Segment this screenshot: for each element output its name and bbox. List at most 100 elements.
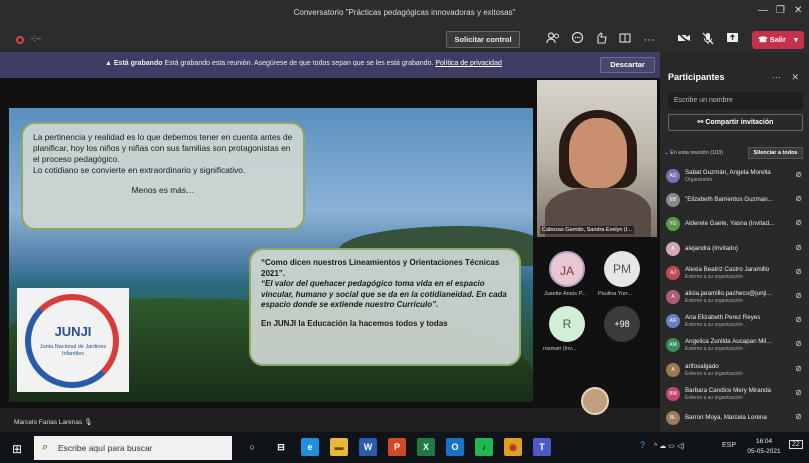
more-options-icon[interactable]: ···	[641, 32, 657, 48]
taskbar-app-icon[interactable]: X	[417, 438, 435, 456]
dismiss-button[interactable]: Descartar	[600, 57, 655, 73]
participant-name: alejandra (Invitado)	[685, 244, 738, 252]
bubble-2-italic: “El valor del quehacer pedagógico toma v…	[261, 279, 507, 310]
speaker-video[interactable]: Cabezas Garrido, Sandra Evelyn (I...	[537, 80, 657, 237]
participant-row[interactable]: AG Sabat Guzmán, Angela Morella Organizado…	[664, 166, 806, 186]
participant-name: alicia.jaramillo.pacheco@junji...	[685, 290, 772, 297]
participants-icon[interactable]	[545, 32, 561, 48]
more-icon[interactable]: ···	[772, 72, 781, 82]
gallery-avatar[interactable]: PM	[604, 251, 640, 287]
participant-avatar: YG	[666, 217, 680, 232]
taskbar-search-input[interactable]: ⌕ Escribe aquí para buscar	[34, 436, 232, 460]
participant-avatar: AG	[666, 169, 680, 183]
camera-off-icon[interactable]	[676, 32, 692, 48]
start-icon[interactable]: ⊞	[12, 442, 22, 456]
system-tray-icons[interactable]: ^ ☁ ▭ ◁)	[654, 442, 684, 450]
meeting-toolbar: -:-- Solicitar control ··· ☎ Salir ▾	[0, 28, 809, 52]
taskbar-app-icon[interactable]: O	[446, 438, 464, 456]
in-meeting-section[interactable]: ⌄ En esta reunión (103)	[664, 150, 723, 156]
participant-row[interactable]: BL Barron Moya, Marcela Lorena ⊘	[664, 408, 806, 428]
self-view-avatar[interactable]	[581, 387, 609, 415]
taskbar-app-icon[interactable]: W	[359, 438, 377, 456]
mic-off-icon: ⊘	[795, 363, 802, 373]
participant-row[interactable]: AJ Alexia Beatriz Castro Jaramillo Externo…	[664, 263, 806, 283]
leave-label: Salir	[769, 35, 786, 44]
share-screen-icon[interactable]	[724, 32, 740, 48]
taskbar-app-icon[interactable]: ⊟	[272, 438, 290, 456]
more-participants-button[interactable]: +98	[604, 306, 640, 342]
participant-row[interactable]: Aarifosalgado Externo a su organización ⊘	[664, 360, 806, 380]
participant-row[interactable]: Aalicia.jaramillo.pacheco@junji... Extern…	[664, 287, 806, 307]
participant-name: Ana Elizabeth Perez Reyes	[685, 314, 761, 322]
shared-slide: La pertinencia y realidad es lo que debe…	[9, 108, 533, 402]
clock-time: 16:04	[755, 438, 773, 445]
participant-role: Externo a su organización	[685, 298, 743, 304]
logo-ring	[25, 294, 119, 388]
recording-banner: ▲ Está grabando Está grabando esta reuni…	[0, 52, 660, 78]
slide-bubble-1: La pertinencia y realidad es lo que debe…	[21, 122, 305, 230]
close-icon[interactable]: ✕	[794, 5, 802, 16]
participant-row[interactable]: AM Angelica Zunilda Aucapan Mil... Externo…	[664, 335, 806, 355]
taskbar-app-icon[interactable]: ◉	[504, 438, 522, 456]
rooms-icon[interactable]	[617, 32, 633, 48]
participants-panel: Participantes ··· ✕ Escribe un nombre ⚯ …	[660, 52, 809, 432]
participant-search-input[interactable]: Escribe un nombre	[668, 92, 803, 110]
close-panel-icon[interactable]: ✕	[791, 72, 799, 82]
recording-icon	[16, 36, 24, 44]
participant-avatar: BM	[666, 386, 680, 401]
notifications-icon[interactable]: 22	[789, 440, 803, 449]
participant-role: Externo a su organización	[685, 322, 743, 329]
participant-row[interactable]: BM Barbara Candice Mery Miranda Externo a …	[664, 384, 806, 404]
taskbar-app-icon[interactable]: ▬	[330, 438, 348, 456]
recording-strong: Está grabando	[113, 60, 163, 67]
gallery-label: Jusette Anaís P...	[544, 291, 587, 297]
windows-taskbar: ⊞ ⌕ Escribe aquí para buscar ○ ⊟ e ▬ W P X O ♪ ◉ T…	[0, 432, 809, 463]
mic-off-icon: ⊘	[795, 412, 802, 421]
clock-date: 05-05-2021	[747, 448, 781, 455]
mic-off-icon: ⊘	[795, 266, 802, 276]
gallery-avatar[interactable]: R	[549, 306, 585, 342]
speaker-video-name: Cabezas Garrido, Sandra Evelyn (I...	[540, 226, 634, 234]
bubble-1-text: La pertinencia y realidad es lo que debe…	[33, 132, 293, 175]
participant-row[interactable]: Aalejandra (Invitado) ⊘	[664, 239, 806, 259]
participant-avatar: A	[666, 241, 680, 256]
meeting-timer: -:--	[31, 34, 42, 43]
participant-role: Externo a su organización	[685, 346, 743, 353]
reactions-icon[interactable]	[593, 32, 609, 48]
minimize-icon[interactable]: —	[758, 5, 768, 16]
video-face	[569, 118, 627, 188]
participant-row[interactable]: YG Alderete Gaete, Yasna (Invitad... ⊘	[664, 214, 806, 234]
participant-avatar: BL	[666, 411, 680, 425]
logo-subtitle: Junta Nacional de Jardines Infantiles	[39, 344, 107, 357]
leave-button[interactable]: ☎ Salir ▾	[752, 31, 804, 49]
participant-role: Externo a su organización	[685, 394, 743, 401]
maximize-icon[interactable]: ❐	[776, 5, 785, 16]
mic-off-icon[interactable]	[700, 32, 716, 48]
request-control-button[interactable]: Solicitar control	[446, 31, 520, 48]
bubble-2-quote: “Como dicen nuestros Lineamientos y Orie…	[261, 258, 500, 278]
mic-off-icon: 🎙	[84, 419, 93, 426]
language-indicator[interactable]: ESP	[722, 442, 736, 449]
privacy-policy-link[interactable]: Política de privacidad	[435, 60, 502, 67]
participant-role: Organizador	[685, 177, 713, 183]
mic-off-icon: ⊘	[795, 339, 802, 349]
participant-row[interactable]: EB "Elizabeth Barrientos Guzman... ⊘	[664, 190, 806, 210]
taskbar-app-icon[interactable]: e	[301, 438, 319, 456]
window-title: Conversatorio "Prácticas pedagógicas inn…	[293, 8, 516, 17]
help-icon[interactable]: ?	[640, 440, 645, 450]
share-invite-button[interactable]: ⚯ Compartir invitación	[668, 114, 803, 131]
mic-off-icon: ⊘	[795, 291, 802, 300]
gallery-avatar[interactable]: JA	[549, 251, 585, 287]
participant-name: Alderete Gaete, Yasna (Invitad...	[685, 220, 775, 228]
participant-name: Sabat Guzmán, Angela Morella	[685, 169, 771, 176]
taskbar-app-icon[interactable]: ○	[243, 438, 261, 456]
participant-row[interactable]: AR Ana Elizabeth Perez Reyes Externo a su …	[664, 311, 806, 331]
taskbar-app-icon[interactable]: ♪	[475, 438, 493, 456]
taskbar-app-icon[interactable]: T	[533, 438, 551, 456]
taskbar-app-icon[interactable]: P	[388, 438, 406, 456]
mic-off-icon: ⊘	[795, 194, 802, 204]
mute-all-button[interactable]: Silenciar a todos	[748, 147, 803, 159]
taskbar-search-placeholder: Escribe aquí para buscar	[58, 443, 153, 453]
clock[interactable]: 16:04 05-05-2021	[744, 437, 784, 457]
chat-icon[interactable]	[569, 31, 585, 48]
